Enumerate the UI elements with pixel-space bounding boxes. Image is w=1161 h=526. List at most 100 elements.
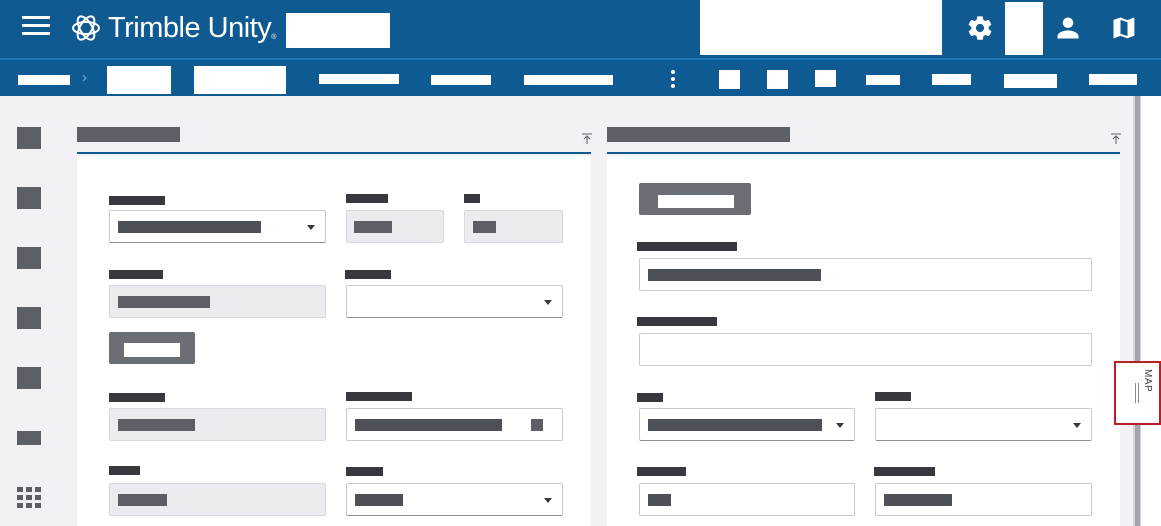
map-side-tab[interactable]: MAP	[1114, 361, 1161, 425]
breadcrumb-item[interactable]	[107, 66, 171, 94]
caret-down-icon	[544, 300, 552, 305]
search-area-redacted[interactable]	[700, 0, 942, 55]
readonly-value	[118, 296, 210, 308]
map-tab-label: MAP	[1142, 369, 1153, 393]
grid-icon[interactable]	[17, 487, 41, 509]
text-field[interactable]	[639, 483, 855, 516]
toolbar-action-4[interactable]	[866, 75, 900, 85]
drag-handle-icon[interactable]	[1135, 383, 1139, 403]
readonly-value	[354, 221, 392, 233]
rail-icon-6[interactable]	[17, 431, 41, 445]
dropdown-value	[648, 419, 822, 431]
action-button[interactable]	[639, 183, 751, 215]
hamburger-menu-icon[interactable]	[22, 16, 50, 38]
rail-icon-3[interactable]	[17, 247, 41, 269]
date-field[interactable]	[346, 408, 563, 441]
breadcrumb-toolbar: ›	[0, 58, 1161, 96]
readonly-field	[346, 210, 444, 243]
field-label	[346, 467, 383, 476]
left-rail	[0, 96, 58, 526]
field-label	[464, 194, 480, 203]
trimble-globe-icon	[72, 15, 100, 41]
text-field[interactable]	[639, 333, 1092, 366]
toolbar-action-2[interactable]	[767, 70, 788, 89]
field-label	[875, 392, 911, 401]
field-label	[637, 467, 686, 476]
toolbar-action-7[interactable]	[1089, 74, 1137, 85]
action-button[interactable]	[109, 332, 195, 364]
caret-down-icon	[307, 225, 315, 230]
toolbar-action-6[interactable]	[1004, 74, 1057, 88]
dropdown-field[interactable]	[109, 210, 326, 243]
dropdown-field[interactable]	[346, 285, 563, 318]
toolbar-action-1[interactable]	[719, 70, 740, 89]
field-label	[109, 196, 165, 205]
readonly-field	[109, 408, 326, 441]
caret-down-icon	[836, 423, 844, 428]
breadcrumb-current[interactable]	[194, 66, 286, 94]
dropdown-value	[355, 494, 403, 506]
toolbar-action-3[interactable]	[815, 70, 836, 87]
field-label	[109, 466, 140, 475]
readonly-field	[109, 483, 326, 516]
project-name-redacted[interactable]	[286, 13, 390, 48]
field-label	[346, 392, 412, 401]
readonly-value	[473, 221, 496, 233]
readonly-value	[118, 494, 167, 506]
caret-down-icon	[544, 498, 552, 503]
right-panel	[607, 96, 1122, 526]
dropdown-field[interactable]	[346, 483, 563, 516]
chevron-right-icon: ›	[82, 69, 87, 86]
button-label	[658, 195, 734, 208]
date-value	[355, 419, 502, 431]
rail-icon-4[interactable]	[17, 307, 41, 329]
field-label	[109, 270, 163, 279]
rail-icon-2[interactable]	[17, 187, 41, 209]
rail-icon-1[interactable]	[17, 127, 41, 149]
notification-redacted[interactable]	[1005, 2, 1043, 55]
tab-1[interactable]	[319, 74, 399, 84]
vertical-scrollbar[interactable]	[1133, 96, 1141, 526]
collapse-up-icon[interactable]	[581, 133, 593, 145]
tab-3[interactable]	[524, 75, 613, 85]
text-field[interactable]	[875, 483, 1092, 516]
rail-icon-5[interactable]	[17, 367, 41, 389]
right-panel-header	[607, 96, 1122, 154]
collapse-up-icon[interactable]	[1110, 133, 1122, 145]
main-content	[58, 96, 1131, 526]
text-value	[648, 269, 821, 281]
breadcrumb-home[interactable]	[18, 75, 70, 85]
text-value	[648, 494, 671, 506]
field-label	[637, 242, 737, 251]
dropdown-field[interactable]	[875, 408, 1092, 441]
trimble-unity-logo[interactable]: Trimble Unity ®	[70, 11, 276, 45]
caret-down-icon	[1073, 423, 1081, 428]
top-navigation-bar: Trimble Unity ®	[0, 0, 1161, 58]
readonly-field	[109, 285, 326, 318]
left-form-card	[77, 156, 591, 526]
field-label	[345, 270, 391, 279]
right-form-card	[607, 156, 1120, 526]
toolbar-action-5[interactable]	[932, 74, 971, 85]
readonly-value	[118, 419, 195, 431]
gear-icon[interactable]	[966, 14, 994, 42]
field-label	[637, 317, 717, 326]
field-label	[874, 467, 935, 476]
more-vertical-icon[interactable]	[668, 69, 678, 89]
brand-name: Trimble Unity	[108, 11, 272, 44]
text-value	[884, 494, 952, 506]
scrollbar-thumb[interactable]	[1135, 96, 1140, 526]
tab-2[interactable]	[431, 75, 491, 85]
dropdown-field[interactable]	[639, 408, 855, 441]
text-field[interactable]	[639, 258, 1092, 291]
calendar-icon[interactable]	[531, 419, 543, 431]
map-icon[interactable]	[1110, 14, 1138, 42]
left-panel	[77, 96, 593, 526]
field-label	[346, 194, 388, 203]
left-panel-header	[77, 96, 593, 154]
field-label	[109, 393, 165, 402]
field-label	[637, 393, 663, 402]
button-label	[124, 343, 180, 357]
trademark-symbol: ®	[271, 33, 277, 41]
user-icon[interactable]	[1054, 14, 1082, 42]
